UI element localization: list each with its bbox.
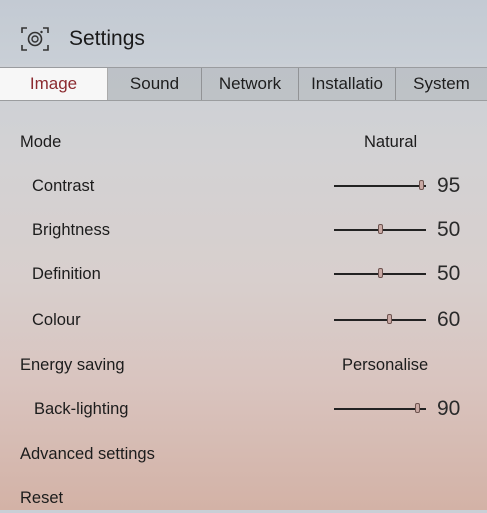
brightness-value: 50 [437,218,461,241]
contrast-label: Contrast [32,177,95,195]
back-lighting-row[interactable]: Back-lighting 90 [0,394,487,424]
contrast-slider-thumb[interactable] [419,180,425,190]
brightness-slider[interactable] [334,224,426,234]
back-lighting-slider[interactable] [334,403,426,413]
brightness-label: Brightness [32,221,110,239]
colour-value: 60 [437,308,461,331]
brightness-slider-thumb[interactable] [378,224,383,234]
back-lighting-slider-thumb[interactable] [414,403,420,413]
definition-label: Definition [32,265,101,283]
colour-row[interactable]: Colour 60 [0,305,487,335]
colour-slider[interactable] [334,314,426,324]
energy-saving-value: Personalise [342,356,429,374]
mode-label: Mode [20,133,62,151]
contrast-row[interactable]: Contrast 95 [0,171,487,201]
reset-label: Reset [20,489,64,507]
contrast-slider[interactable] [334,180,426,190]
definition-value: 50 [437,262,461,285]
definition-slider[interactable] [334,268,426,278]
mode-row[interactable]: Mode Natural [0,127,487,157]
colour-slider-thumb[interactable] [387,314,393,324]
definition-row[interactable]: Definition 50 [0,259,487,289]
title-bar: Settings [0,0,487,64]
tab-image[interactable]: Image [0,68,108,100]
tab-bar: Image Sound Network Installatio System [0,67,487,101]
mode-value: Natural [364,133,418,151]
contrast-value: 95 [437,174,461,197]
window-title: Settings [69,27,145,50]
colour-label: Colour [32,311,81,329]
definition-slider-thumb[interactable] [378,268,383,278]
tab-sound[interactable]: Sound [108,68,202,100]
tab-system[interactable]: System [396,68,487,100]
energy-saving-label: Energy saving [20,356,125,374]
back-lighting-value: 90 [437,397,461,420]
brightness-row[interactable]: Brightness 50 [0,215,487,245]
advanced-settings-label: Advanced settings [20,445,155,463]
settings-camera-icon [21,27,49,51]
advanced-settings-row[interactable]: Advanced settings [0,439,487,469]
tab-installation[interactable]: Installatio [299,68,396,100]
energy-saving-row[interactable]: Energy saving Personalise [0,350,487,380]
tab-network[interactable]: Network [202,68,299,100]
reset-row[interactable]: Reset [0,483,487,513]
back-lighting-label: Back-lighting [34,400,129,418]
